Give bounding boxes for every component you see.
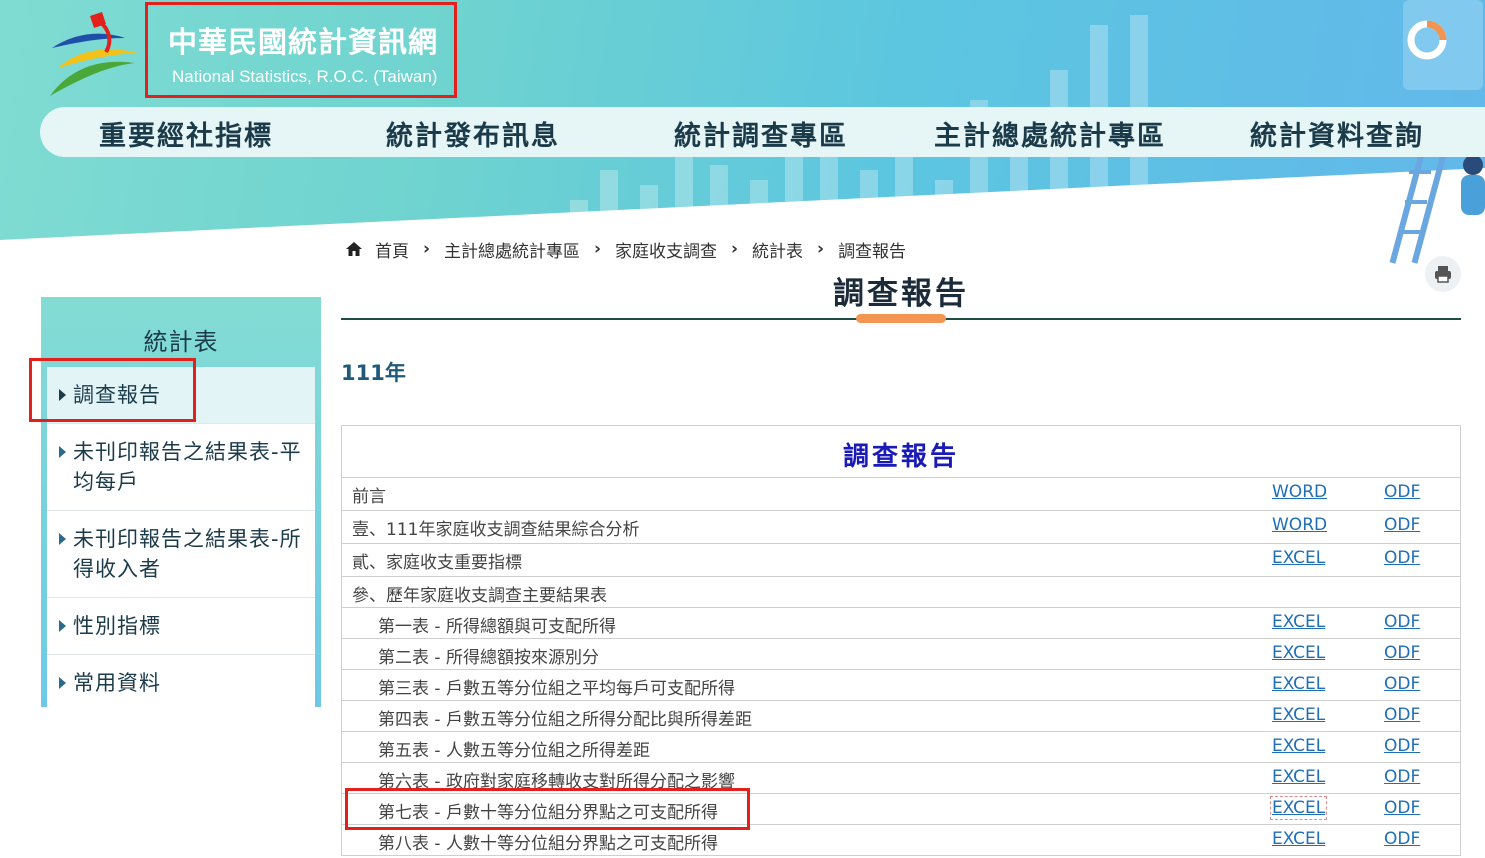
row-label: 第五表 - 人數五等分位組之所得差距 bbox=[378, 741, 650, 761]
download-link-odf[interactable]: ODF bbox=[1384, 674, 1420, 694]
row-label: 壹、111年家庭收支調查結果綜合分析 bbox=[352, 520, 640, 540]
chevron-right-icon: › bbox=[731, 239, 739, 259]
nav-item-surveys[interactable]: 統計調查專區 bbox=[674, 114, 848, 153]
row-label: 前言 bbox=[352, 487, 386, 507]
download-link-odf[interactable]: ODF bbox=[1384, 705, 1420, 725]
row-label: 參、歷年家庭收支調查主要結果表 bbox=[352, 586, 607, 606]
download-link-word[interactable]: WORD bbox=[1272, 515, 1327, 535]
chevron-right-icon: › bbox=[817, 239, 825, 259]
download-link-odf[interactable]: ODF bbox=[1384, 482, 1420, 502]
row-label: 第四表 - 戶數五等分位組之所得分配比與所得差距 bbox=[378, 710, 752, 730]
breadcrumb: 首頁 › 主計總處統計專區 › 家庭收支調查 › 統計表 › 調查報告 bbox=[345, 237, 907, 262]
sidebar-item-label: 未刊印報告之結果表-所得收入者 bbox=[73, 527, 302, 581]
row-label: 第二表 - 所得總額按來源別分 bbox=[378, 648, 599, 668]
caret-right-icon bbox=[59, 677, 66, 689]
row-label: 第三表 - 戶數五等分位組之平均每戶可支配所得 bbox=[378, 679, 735, 699]
download-link-odf[interactable]: ODF bbox=[1384, 515, 1420, 535]
download-link-odf[interactable]: ODF bbox=[1384, 736, 1420, 756]
site-subtitle: National Statistics, R.O.C. (Taiwan) bbox=[172, 67, 438, 86]
caret-right-icon bbox=[59, 620, 66, 632]
sidebar-item-common-data[interactable]: 常用資料 bbox=[47, 655, 315, 711]
row-label: 第一表 - 所得總額與可支配所得 bbox=[378, 617, 616, 637]
download-link-excel[interactable]: EXCEL bbox=[1272, 705, 1325, 725]
sidebar-title: 統計表 bbox=[143, 328, 219, 356]
page-title: 調查報告 bbox=[833, 276, 969, 312]
breadcrumb-dgbas[interactable]: 主計總處統計專區 bbox=[444, 237, 580, 262]
site-title: 中華民國統計資訊網 bbox=[168, 25, 439, 59]
sidebar-item-unpublished-household[interactable]: 未刊印報告之結果表-平均每戶 bbox=[47, 424, 315, 511]
nav-item-releases[interactable]: 統計發布訊息 bbox=[386, 114, 560, 153]
row-label: 第八表 - 人數十等分位組分界點之可支配所得 bbox=[378, 834, 718, 854]
breadcrumb-current: 調查報告 bbox=[838, 241, 907, 262]
breadcrumb-home[interactable]: 首頁 bbox=[375, 237, 409, 262]
download-link-excel[interactable]: EXCEL bbox=[1272, 674, 1325, 694]
download-link-excel[interactable]: EXCEL bbox=[1272, 767, 1325, 787]
chevron-right-icon: › bbox=[423, 239, 431, 259]
table-row: 第一表 - 所得總額與可支配所得 EXCEL ODF bbox=[342, 608, 1460, 639]
download-link-odf[interactable]: ODF bbox=[1384, 643, 1420, 663]
download-link-excel[interactable]: EXCEL bbox=[1269, 796, 1328, 820]
download-link-word[interactable]: WORD bbox=[1272, 482, 1327, 502]
nav-item-dgbas-stats[interactable]: 主計總處統計專區 bbox=[934, 114, 1166, 153]
highlight-box bbox=[345, 788, 750, 830]
logo-icon[interactable] bbox=[40, 8, 150, 104]
sidebar-item-label: 未刊印報告之結果表-平均每戶 bbox=[73, 440, 302, 494]
table-heading: 調查報告 bbox=[342, 426, 1460, 478]
nav-item-data-query[interactable]: 統計資料查詢 bbox=[1250, 114, 1424, 153]
year-label: 111年 bbox=[341, 361, 406, 385]
download-link-excel[interactable]: EXCEL bbox=[1272, 643, 1325, 663]
table-row: 前言 WORD ODF bbox=[342, 478, 1460, 511]
caret-right-icon bbox=[59, 446, 66, 458]
table-row: 壹、111年家庭收支調查結果綜合分析 WORD ODF bbox=[342, 511, 1460, 544]
sidebar-item-label: 常用資料 bbox=[73, 671, 161, 695]
download-link-odf[interactable]: ODF bbox=[1384, 548, 1420, 568]
highlight-box bbox=[29, 358, 196, 422]
table-row: 貳、家庭收支重要指標 EXCEL ODF bbox=[342, 544, 1460, 577]
download-link-odf[interactable]: ODF bbox=[1384, 798, 1420, 818]
download-link-excel[interactable]: EXCEL bbox=[1272, 612, 1325, 632]
site-title-box[interactable]: 中華民國統計資訊網 National Statistics, R.O.C. (T… bbox=[145, 2, 457, 98]
caret-right-icon bbox=[59, 533, 66, 545]
download-link-excel[interactable]: EXCEL bbox=[1272, 736, 1325, 756]
breadcrumb-household-survey[interactable]: 家庭收支調查 bbox=[615, 237, 717, 262]
sidebar-item-gender-indicators[interactable]: 性別指標 bbox=[47, 598, 315, 655]
table-row: 第五表 - 人數五等分位組之所得差距 EXCEL ODF bbox=[342, 732, 1460, 763]
table-row: 第三表 - 戶數五等分位組之平均每戶可支配所得 EXCEL ODF bbox=[342, 670, 1460, 701]
table-row: 參、歷年家庭收支調查主要結果表 bbox=[342, 577, 1460, 608]
download-link-odf[interactable]: ODF bbox=[1384, 767, 1420, 787]
sidebar-item-label: 性別指標 bbox=[73, 614, 161, 638]
download-link-excel[interactable]: EXCEL bbox=[1272, 548, 1325, 568]
nav-item-indicators[interactable]: 重要經社指標 bbox=[99, 114, 273, 153]
download-link-odf[interactable]: ODF bbox=[1384, 829, 1420, 849]
sidebar-item-unpublished-earners[interactable]: 未刊印報告之結果表-所得收入者 bbox=[47, 511, 315, 598]
chevron-right-icon: › bbox=[594, 239, 602, 259]
table-row: 第四表 - 戶數五等分位組之所得分配比與所得差距 EXCEL ODF bbox=[342, 701, 1460, 732]
home-icon[interactable] bbox=[345, 240, 363, 258]
download-link-odf[interactable]: ODF bbox=[1384, 612, 1420, 632]
breadcrumb-stat-tables[interactable]: 統計表 bbox=[752, 237, 803, 262]
table-row: 第二表 - 所得總額按來源別分 EXCEL ODF bbox=[342, 639, 1460, 670]
row-label: 貳、家庭收支重要指標 bbox=[352, 553, 522, 573]
title-accent bbox=[856, 314, 946, 323]
main-nav: 重要經社指標 統計發布訊息 統計調查專區 主計總處統計專區 統計資料查詢 bbox=[40, 107, 1485, 157]
download-link-excel[interactable]: EXCEL bbox=[1272, 829, 1325, 849]
